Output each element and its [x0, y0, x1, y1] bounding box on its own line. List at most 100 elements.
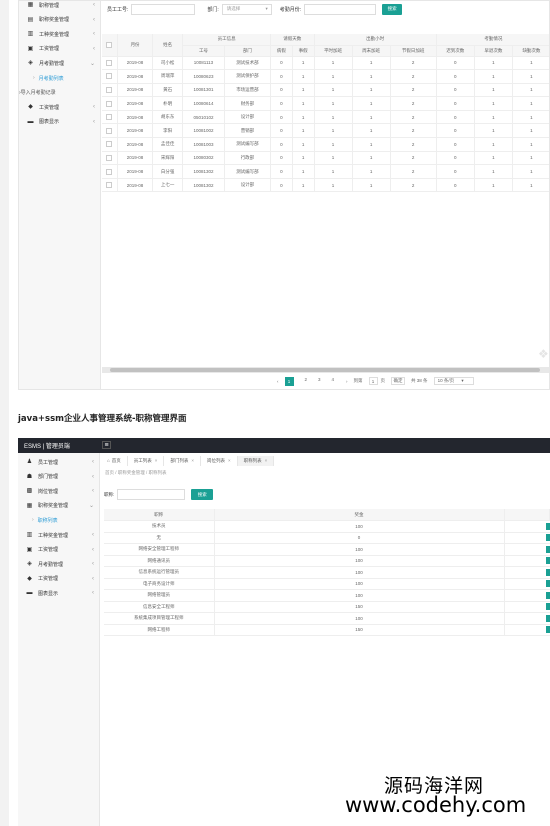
row-checkbox[interactable]	[106, 182, 113, 189]
sidebar-item[interactable]: ▥ 工种奖金管理 ‹	[18, 528, 100, 542]
next-page-button[interactable]: ›	[346, 379, 348, 384]
row-checkbox[interactable]	[106, 73, 113, 80]
tab[interactable]: ⌂ 首页	[101, 455, 128, 466]
edit-button[interactable]	[545, 591, 550, 599]
row-checkbox[interactable]	[106, 168, 113, 175]
sidebar-item[interactable]: ▥ 工种奖金管理 ‹	[19, 27, 101, 41]
sidebar-item[interactable]: › 导入月考勤记录	[19, 86, 101, 100]
table-row[interactable]: 电子商务设计师 100	[104, 578, 550, 590]
close-icon[interactable]: ×	[155, 458, 158, 463]
table-row[interactable]: 2019-08 胡东东 05010102 设计部 0 1 1 1 2 0 1 1	[102, 110, 549, 125]
table-row[interactable]: 系统集成项目管理工程师 100	[104, 612, 550, 625]
row-checkbox[interactable]	[106, 59, 113, 66]
table-cell: 1	[512, 123, 549, 139]
close-icon[interactable]: ×	[265, 458, 268, 463]
sidebar-item[interactable]: ◈ 月考勤管理 ⌄	[19, 56, 101, 70]
employee-no-input[interactable]	[131, 3, 196, 15]
horizontal-scrollbar[interactable]	[102, 367, 549, 373]
sidebar-item[interactable]: ◆ 工资管理 ‹	[19, 100, 101, 114]
sidebar-item[interactable]: › 月考勤列表	[19, 71, 101, 85]
table-cell: 0	[436, 178, 475, 193]
edit-button[interactable]	[545, 626, 550, 634]
table-row[interactable]: 网络管理员 100	[104, 589, 550, 602]
table-cell: 1	[292, 83, 315, 98]
goto-confirm-button[interactable]: 确定	[391, 377, 406, 385]
table-row[interactable]: 网络安全管理工程师 100	[104, 543, 550, 556]
month-input[interactable]	[304, 3, 377, 15]
job-title-input[interactable]	[117, 489, 186, 500]
table-row[interactable]: 2019-08 朴明 10080614 财务部 0 1 1 1 2 0 1 1	[102, 96, 549, 111]
sidebar-item[interactable]: ▬ 图表显示 ‹	[18, 586, 100, 600]
sidebar-item[interactable]: ▤ 职称奖金管理 ‹	[19, 13, 101, 27]
table-cell: 1	[512, 110, 549, 125]
column-group-header: 员工信息	[182, 34, 272, 46]
column-group-header: 考勤情况	[436, 34, 549, 46]
sidebar-item[interactable]: ♟ 员工管理 ‹	[18, 455, 100, 469]
select-all-checkbox[interactable]	[106, 41, 113, 48]
prev-page-button[interactable]: ‹	[277, 379, 279, 384]
table-cell: 无	[104, 532, 215, 544]
table-cell: 2	[390, 56, 437, 71]
table-row[interactable]: 无0	[104, 532, 550, 544]
tab[interactable]: 部门列表 ×	[164, 455, 201, 466]
close-icon[interactable]: ×	[191, 458, 194, 463]
table-row[interactable]: 2019-08 宋辉阳 10080302 行政部 0 1 1 1 2 0 1 1	[102, 151, 549, 166]
page-button[interactable]: 3	[318, 377, 321, 386]
row-checkbox[interactable]	[106, 141, 113, 148]
table-cell: 朴明	[152, 96, 184, 111]
scrollbar-thumb[interactable]	[110, 368, 540, 372]
page-button[interactable]: 4	[332, 377, 335, 386]
edit-button[interactable]	[545, 568, 550, 576]
table-row[interactable]: 技术员 100	[104, 520, 550, 533]
row-checkbox[interactable]	[106, 127, 113, 134]
edit-button[interactable]	[545, 522, 550, 530]
sidebar-item[interactable]: ▦ 职称奖金管理 ⌄	[18, 499, 100, 513]
table-row[interactable]: 网络工程师 150	[104, 624, 550, 636]
table-row[interactable]: 信息系统运行管理员 100	[104, 566, 550, 579]
sidebar-item[interactable]: ▦ 职称管理 ‹	[19, 1, 101, 12]
table-row[interactable]: 2019-08 黄石 10081301 市场运营部 0 1 1 1 2 0 1 1	[102, 83, 549, 98]
sidebar-item[interactable]: ◈ 月考勤管理 ‹	[18, 557, 100, 571]
edit-button[interactable]	[545, 534, 550, 542]
edit-button[interactable]	[545, 557, 550, 565]
goto-page-input[interactable]: 1	[368, 377, 378, 385]
sidebar-item[interactable]: ▣ 工资管理 ‹	[18, 543, 100, 557]
table-row[interactable]: 2019-08 孟佳佳 10081003 测试编写部 0 1 1 1 2 0 1 1	[102, 137, 549, 152]
table-cell: 测试保护部	[224, 69, 272, 84]
search-button[interactable]: 搜索	[191, 489, 214, 500]
sidebar-item[interactable]: › 职称列表	[18, 513, 100, 527]
tab[interactable]: 岗位列表 ×	[201, 455, 238, 466]
edit-button[interactable]	[545, 614, 550, 622]
table-row[interactable]: 网络通讯员 100	[104, 555, 550, 567]
table-row[interactable]: 2019-08 李阳 10081002 营销部 0 1 1 1 2 0 1 1	[102, 123, 549, 139]
page-button[interactable]: 1	[284, 376, 294, 386]
search-button[interactable]: 搜索	[382, 3, 403, 15]
page-button[interactable]: 2	[305, 377, 308, 386]
edit-button[interactable]	[545, 603, 550, 611]
sidebar-item[interactable]: ▬ 图表显示 ‹	[19, 115, 101, 129]
menu-toggle-icon[interactable]: ≡	[102, 441, 111, 449]
table-row[interactable]: 2019-08 周瑞萍 10080623 测试保护部 0 1 1 1 2 0 1 1	[102, 69, 549, 84]
per-page-select[interactable]: 10 条/页 ▾	[433, 377, 474, 385]
sidebar-item[interactable]: ◆ 工资管理 ‹	[18, 572, 100, 586]
table-row[interactable]: 2019-08 司小松 10081113 测试技术部 0 1 1 1 2 0 1 1	[102, 56, 549, 71]
edit-button[interactable]	[545, 545, 550, 553]
sidebar-item[interactable]: ☗ 部门管理 ‹	[18, 470, 100, 484]
row-checkbox[interactable]	[106, 86, 113, 93]
table-cell: 2019-08	[117, 83, 154, 98]
table-row[interactable]: 信息安全工程师 150	[104, 601, 550, 613]
sidebar-item[interactable]: ▩ 岗位管理 ‹	[18, 484, 100, 498]
dept-select[interactable]: 请选择 ▾	[221, 3, 272, 15]
edit-button[interactable]	[545, 580, 550, 588]
table-cell: 1	[292, 96, 315, 111]
sidebar-item[interactable]: ▣ 工资管理 ‹	[19, 42, 101, 56]
close-icon[interactable]: ×	[228, 458, 231, 463]
table-row[interactable]: 2019-08 上七一 10081302 设计部 0 1 1 1 2 0 1 1	[102, 178, 549, 193]
row-checkbox[interactable]	[106, 100, 113, 107]
tab-label: 部门列表	[170, 457, 189, 463]
row-checkbox[interactable]	[106, 154, 113, 161]
row-checkbox[interactable]	[106, 114, 113, 121]
table-row[interactable]: 2019-08 白分强 10081302 测试编写部 0 1 1 1 2 0 1 1	[102, 164, 549, 179]
tab[interactable]: 职称列表 ×	[237, 455, 275, 466]
tab[interactable]: 员工列表 ×	[127, 455, 165, 466]
